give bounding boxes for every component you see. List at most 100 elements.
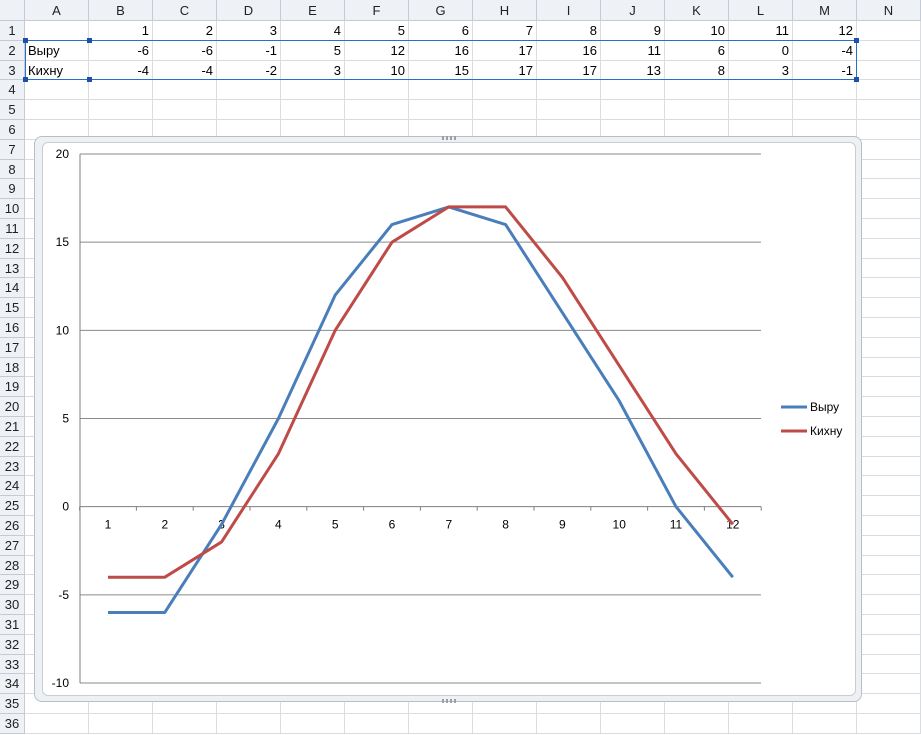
- cell[interactable]: [89, 100, 153, 120]
- cell[interactable]: 15: [409, 60, 473, 81]
- cell[interactable]: [217, 100, 281, 120]
- row-header-1[interactable]: 1: [0, 21, 25, 41]
- cell[interactable]: [25, 714, 89, 734]
- cell[interactable]: [409, 714, 473, 734]
- cell[interactable]: [473, 80, 537, 101]
- row-header-7[interactable]: 7: [0, 139, 25, 160]
- cell[interactable]: 12: [793, 21, 857, 41]
- select-all-corner[interactable]: [0, 0, 25, 21]
- cell[interactable]: [473, 100, 537, 120]
- cell[interactable]: [857, 159, 921, 180]
- cell[interactable]: 6: [665, 40, 729, 61]
- row-header-22[interactable]: 22: [0, 436, 25, 457]
- column-header-m[interactable]: M: [793, 0, 857, 21]
- cell[interactable]: 3: [729, 60, 793, 81]
- cell[interactable]: [89, 80, 153, 101]
- cell[interactable]: 5: [281, 40, 345, 61]
- cell[interactable]: 10: [345, 60, 409, 81]
- column-header-i[interactable]: I: [537, 0, 601, 21]
- cell[interactable]: -6: [153, 40, 217, 61]
- cell[interactable]: [857, 615, 921, 635]
- row-header-30[interactable]: 30: [0, 595, 25, 615]
- row-header-26[interactable]: 26: [0, 516, 25, 536]
- cell[interactable]: [857, 456, 921, 477]
- row-header-14[interactable]: 14: [0, 278, 25, 299]
- row-header-25[interactable]: 25: [0, 496, 25, 516]
- cell[interactable]: 3: [217, 21, 281, 41]
- cell[interactable]: [537, 714, 601, 734]
- cell[interactable]: [217, 714, 281, 734]
- cell[interactable]: [857, 219, 921, 239]
- column-header-c[interactable]: C: [153, 0, 217, 21]
- cell[interactable]: 3: [281, 60, 345, 81]
- cell[interactable]: [857, 80, 921, 101]
- cell[interactable]: 4: [281, 21, 345, 41]
- cell[interactable]: [857, 674, 921, 695]
- row-header-9[interactable]: 9: [0, 179, 25, 200]
- column-header-h[interactable]: H: [473, 0, 537, 21]
- row-header-2[interactable]: 2: [0, 40, 25, 61]
- cell[interactable]: -4: [153, 60, 217, 81]
- cell[interactable]: [793, 100, 857, 120]
- cell[interactable]: 11: [601, 40, 665, 61]
- cell[interactable]: 0: [729, 40, 793, 61]
- cell[interactable]: [857, 417, 921, 437]
- cell[interactable]: [857, 654, 921, 675]
- row-header-31[interactable]: 31: [0, 615, 25, 635]
- cell[interactable]: [665, 714, 729, 734]
- cell[interactable]: [857, 555, 921, 576]
- row-header-5[interactable]: 5: [0, 100, 25, 120]
- cell[interactable]: [857, 377, 921, 398]
- cell[interactable]: [857, 60, 921, 81]
- cell[interactable]: -1: [793, 60, 857, 81]
- cell[interactable]: [601, 80, 665, 101]
- cell[interactable]: [345, 714, 409, 734]
- cell[interactable]: [857, 634, 921, 655]
- cell[interactable]: [857, 318, 921, 338]
- cell[interactable]: [857, 357, 921, 378]
- cell[interactable]: [857, 575, 921, 596]
- row-header-11[interactable]: 11: [0, 219, 25, 239]
- cell[interactable]: [857, 694, 921, 714]
- row-header-6[interactable]: 6: [0, 120, 25, 140]
- cell[interactable]: [729, 80, 793, 101]
- row-header-36[interactable]: 36: [0, 714, 25, 734]
- cell[interactable]: [25, 100, 89, 120]
- column-header-n[interactable]: N: [857, 0, 921, 21]
- cell[interactable]: [537, 100, 601, 120]
- cell[interactable]: [793, 714, 857, 734]
- cell[interactable]: [857, 535, 921, 556]
- column-header-l[interactable]: L: [729, 0, 793, 21]
- column-header-j[interactable]: J: [601, 0, 665, 21]
- row-header-24[interactable]: 24: [0, 476, 25, 497]
- cell[interactable]: [857, 496, 921, 516]
- cell[interactable]: [857, 397, 921, 417]
- cell[interactable]: [857, 258, 921, 279]
- cell[interactable]: [857, 179, 921, 200]
- column-header-d[interactable]: D: [217, 0, 281, 21]
- cell[interactable]: 8: [665, 60, 729, 81]
- column-header-f[interactable]: F: [345, 0, 409, 21]
- row-header-21[interactable]: 21: [0, 417, 25, 437]
- row-header-17[interactable]: 17: [0, 337, 25, 358]
- cell[interactable]: [473, 714, 537, 734]
- row-header-13[interactable]: 13: [0, 258, 25, 279]
- range-handle[interactable]: [23, 77, 28, 82]
- cell[interactable]: [857, 40, 921, 61]
- cell[interactable]: [857, 595, 921, 615]
- cell[interactable]: [857, 436, 921, 457]
- row-header-18[interactable]: 18: [0, 357, 25, 378]
- cell[interactable]: -1: [217, 40, 281, 61]
- cell[interactable]: 17: [473, 60, 537, 81]
- cell[interactable]: [89, 714, 153, 734]
- row-header-33[interactable]: 33: [0, 654, 25, 675]
- cell[interactable]: [345, 80, 409, 101]
- row-header-20[interactable]: 20: [0, 397, 25, 417]
- cell[interactable]: [857, 714, 921, 734]
- cell[interactable]: -6: [89, 40, 153, 61]
- chart-area[interactable]: [42, 142, 856, 696]
- cell[interactable]: [793, 80, 857, 101]
- cell[interactable]: [857, 278, 921, 299]
- cell[interactable]: [857, 337, 921, 358]
- cell[interactable]: [25, 21, 89, 41]
